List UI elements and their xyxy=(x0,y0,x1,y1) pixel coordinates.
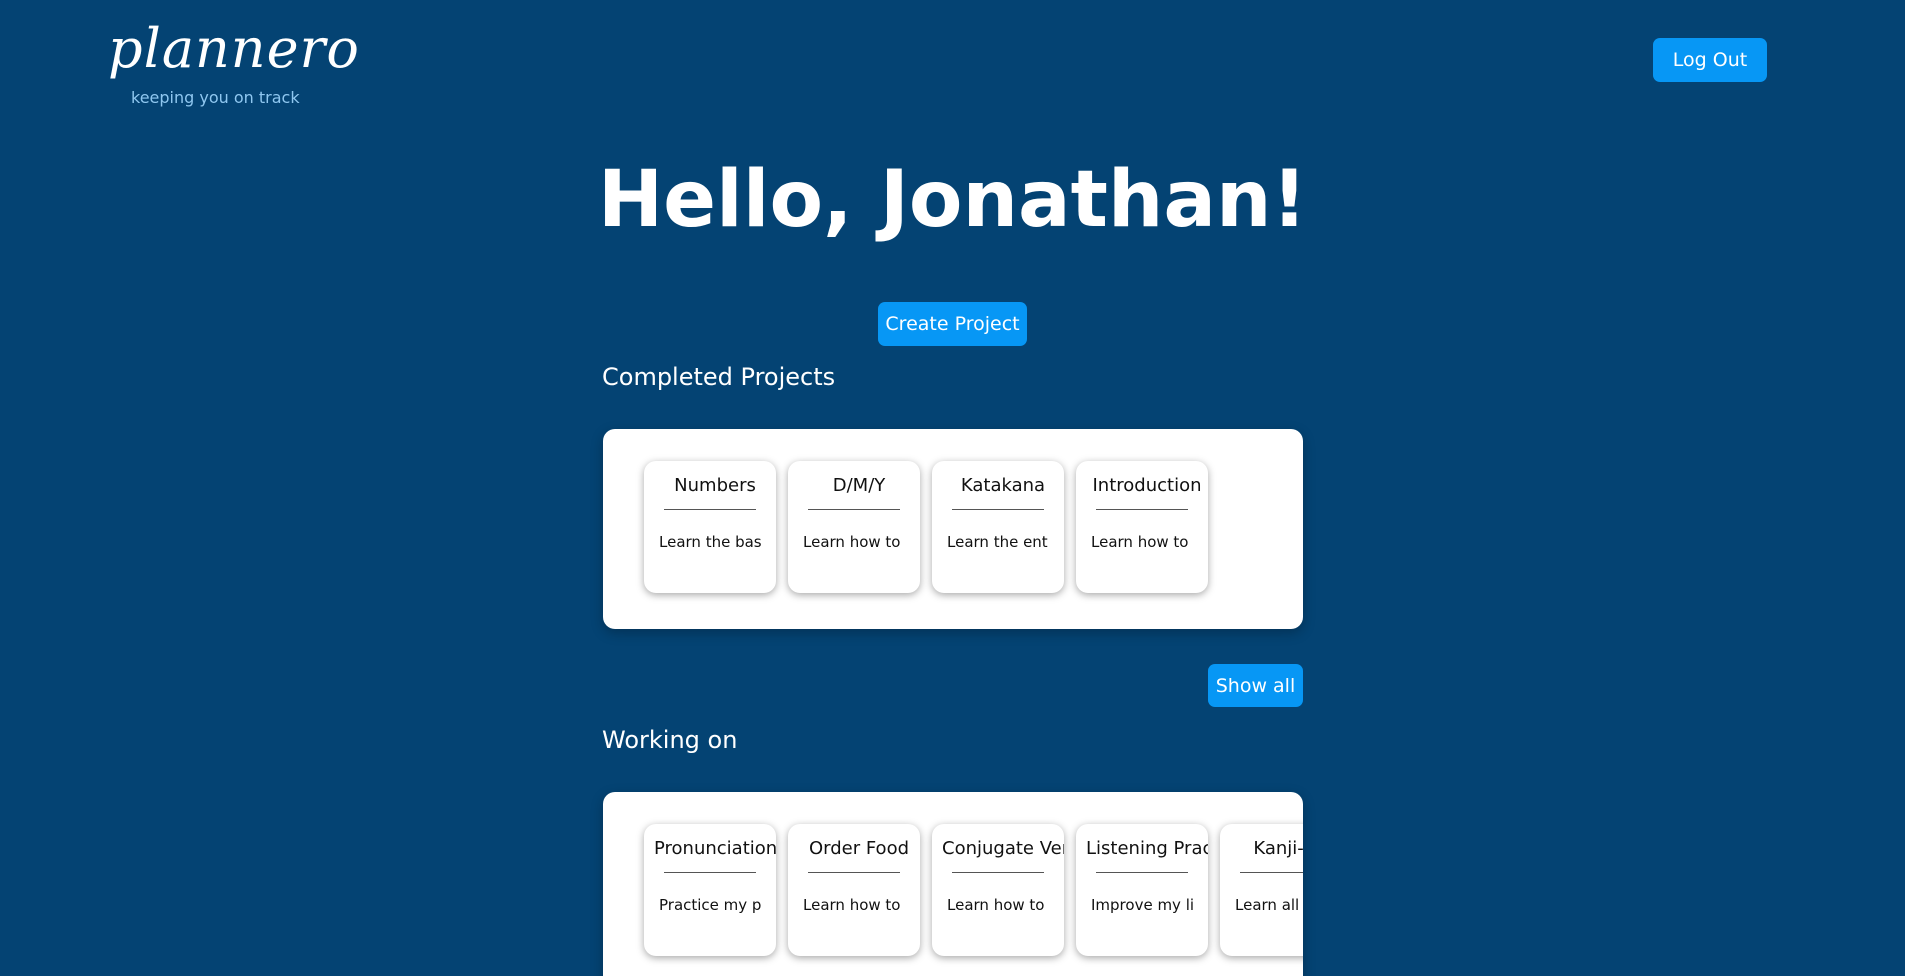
card-divider xyxy=(1096,872,1188,873)
working-on-heading: Working on xyxy=(602,726,738,754)
project-card[interactable]: Katakana Learn the entire katakana xyxy=(932,461,1064,593)
project-card[interactable]: Listening Practice Improve my listening xyxy=(1076,824,1208,956)
project-card-title: Numbers xyxy=(674,475,756,496)
project-card-description: Learn the basics of numbers xyxy=(659,533,761,551)
project-card-title: Katakana xyxy=(960,475,1046,496)
project-card-title: D/M/Y xyxy=(832,475,886,496)
project-card[interactable]: D/M/Y Learn how to say dates xyxy=(788,461,920,593)
card-divider xyxy=(664,509,756,510)
card-divider xyxy=(952,509,1044,510)
project-card-title: Conjugate Verbs xyxy=(942,838,1064,859)
completed-projects-panel: Numbers Learn the basics of numbers D/M/… xyxy=(603,429,1303,629)
project-card-title: Pronunciation xyxy=(654,838,776,859)
project-card[interactable]: Kanji-N5 Learn all of the N5 kanji xyxy=(1220,824,1303,956)
logo-wordmark: plannero xyxy=(108,17,360,80)
project-card-title: Listening Practice xyxy=(1086,838,1208,859)
project-card[interactable]: Pronunciation Practice my pronunciation xyxy=(644,824,776,956)
project-card-title: Introduction xyxy=(1092,475,1202,496)
working-projects-list: Pronunciation Practice my pronunciation … xyxy=(644,824,1303,956)
app-logo[interactable]: plannero keeping you on track xyxy=(108,17,360,108)
completed-projects-list: Numbers Learn the basics of numbers D/M/… xyxy=(644,461,1208,593)
working-projects-panel: Pronunciation Practice my pronunciation … xyxy=(603,792,1303,976)
card-divider xyxy=(1240,872,1303,873)
project-card-title: Order Food xyxy=(808,838,910,859)
create-project-button[interactable]: Create Project xyxy=(878,302,1027,346)
project-card-description: Learn all of the N5 kanji xyxy=(1235,896,1303,914)
project-card-description: Improve my listening xyxy=(1091,896,1193,914)
project-card-description: Learn how to say dates xyxy=(803,533,905,551)
greeting-heading: Hello, Jonathan! xyxy=(597,155,1308,245)
project-card[interactable]: Numbers Learn the basics of numbers xyxy=(644,461,776,593)
card-divider xyxy=(1096,509,1188,510)
completed-projects-heading: Completed Projects xyxy=(602,363,836,391)
project-card-description: Learn how to introduce myself xyxy=(1091,533,1193,551)
project-card-description: Learn how to conjugate verbs xyxy=(947,896,1049,914)
card-divider xyxy=(808,509,900,510)
project-card[interactable]: Conjugate Verbs Learn how to conjugate v… xyxy=(932,824,1064,956)
project-card-description: Learn the entire katakana xyxy=(947,533,1049,551)
card-divider xyxy=(952,872,1044,873)
project-card-description: Practice my pronunciation xyxy=(659,896,761,914)
dashboard-page: plannero keeping you on track Log Out He… xyxy=(0,0,1905,976)
show-all-button[interactable]: Show all xyxy=(1208,664,1303,707)
project-card-title: Kanji-N5 xyxy=(1253,838,1303,859)
logout-button[interactable]: Log Out xyxy=(1653,38,1767,82)
project-card[interactable]: Introduction Learn how to introduce myse… xyxy=(1076,461,1208,593)
card-divider xyxy=(664,872,756,873)
card-divider xyxy=(808,872,900,873)
project-card[interactable]: Order Food Learn how to order food xyxy=(788,824,920,956)
project-card-description: Learn how to order food xyxy=(803,896,905,914)
logo-tagline: keeping you on track xyxy=(131,88,300,107)
